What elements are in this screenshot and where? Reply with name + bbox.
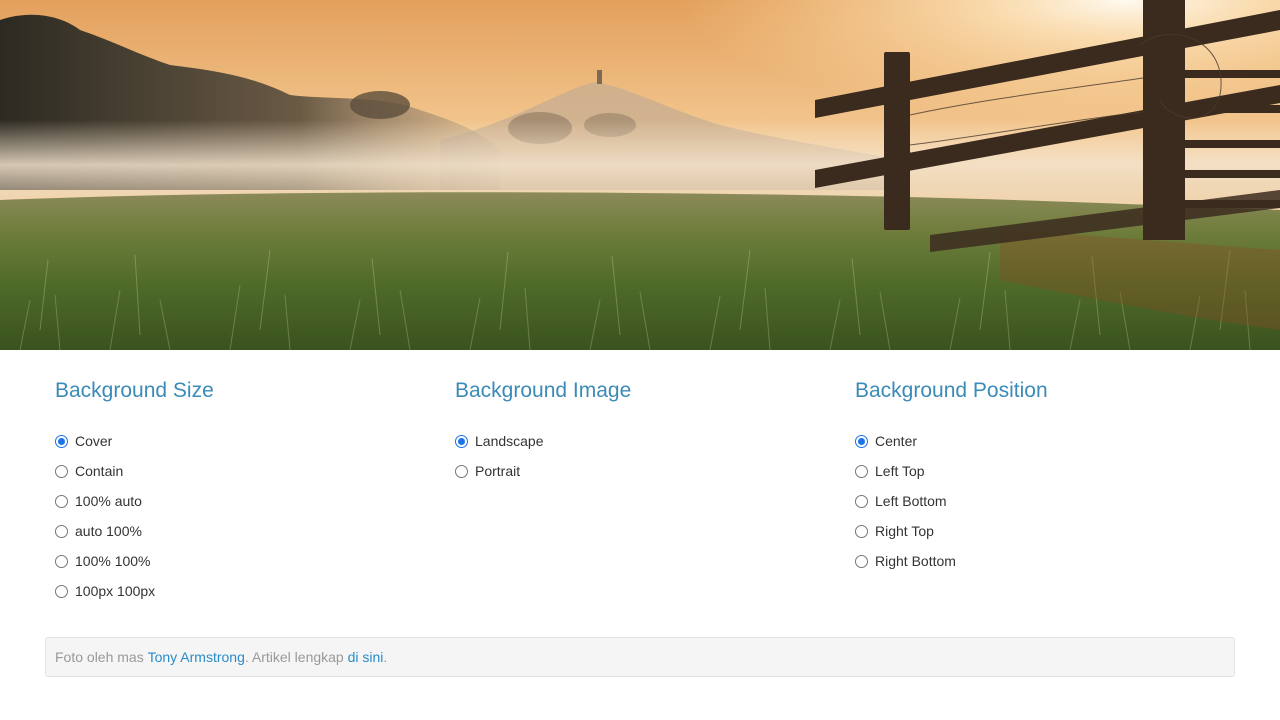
- radio-label: Right Bottom: [875, 553, 956, 569]
- radio-label: 100% 100%: [75, 553, 151, 569]
- radio-label: 100% auto: [75, 493, 142, 509]
- radio-button[interactable]: [455, 435, 468, 448]
- article-link[interactable]: di sini: [348, 649, 384, 665]
- author-link[interactable]: Tony Armstrong: [148, 649, 245, 665]
- radio-option-auto-100[interactable]: auto 100%: [55, 516, 435, 546]
- radio-button[interactable]: [855, 465, 868, 478]
- radio-label: Center: [875, 433, 918, 449]
- credit-middle: . Artikel lengkap: [244, 649, 348, 665]
- radio-option-landscape[interactable]: Landscape: [455, 426, 835, 456]
- radio-label: Right Top: [875, 523, 934, 539]
- radio-option-left-top[interactable]: Left Top: [855, 456, 1235, 486]
- section-title: Background Image: [455, 379, 632, 402]
- hero-landscape-image: [0, 0, 1280, 350]
- radio-button[interactable]: [855, 435, 868, 448]
- radio-label: Landscape: [475, 433, 544, 449]
- radio-option-cover[interactable]: Cover: [55, 426, 435, 456]
- radio-button[interactable]: [55, 465, 68, 478]
- radio-button[interactable]: [55, 525, 68, 538]
- credit-suffix: .: [383, 649, 388, 665]
- radio-button[interactable]: [855, 555, 868, 568]
- radio-option-100-100[interactable]: 100% 100%: [55, 546, 435, 576]
- section-title: Background Position: [855, 379, 1048, 402]
- radio-label: Cover: [75, 433, 113, 449]
- radio-label: Left Bottom: [875, 493, 947, 509]
- radio-option-100-auto[interactable]: 100% auto: [55, 486, 435, 516]
- radio-label: Portrait: [475, 463, 521, 479]
- radio-button[interactable]: [455, 465, 468, 478]
- radio-button[interactable]: [55, 435, 68, 448]
- radio-label: 100px 100px: [75, 583, 156, 599]
- section-background-image: Background Image Landscape Portrait: [455, 378, 835, 486]
- radio-option-center[interactable]: Center: [855, 426, 1235, 456]
- controls-panel: Background Size Cover Contain 100% auto …: [0, 350, 1280, 720]
- radio-button[interactable]: [855, 525, 868, 538]
- section-background-position: Background Position Center Left Top Left…: [855, 378, 1235, 576]
- radio-label: auto 100%: [75, 523, 142, 539]
- radio-button[interactable]: [55, 495, 68, 508]
- radio-option-right-bottom[interactable]: Right Bottom: [855, 546, 1235, 576]
- radio-button[interactable]: [55, 585, 68, 598]
- radio-label: Left Top: [875, 463, 925, 479]
- misty-meadow-illustration: [0, 0, 1280, 350]
- photo-credit-footer: Foto oleh mas Tony Armstrong. Artikel le…: [45, 637, 1235, 677]
- radio-option-left-bottom[interactable]: Left Bottom: [855, 486, 1235, 516]
- radio-option-contain[interactable]: Contain: [55, 456, 435, 486]
- section-background-size: Background Size Cover Contain 100% auto …: [55, 378, 435, 606]
- radio-label: Contain: [75, 463, 124, 479]
- radio-button[interactable]: [855, 495, 868, 508]
- credit-prefix: Foto oleh mas: [55, 649, 148, 665]
- radio-option-100px-100px[interactable]: 100px 100px: [55, 576, 435, 606]
- section-title: Background Size: [55, 379, 214, 402]
- radio-option-right-top[interactable]: Right Top: [855, 516, 1235, 546]
- radio-button[interactable]: [55, 555, 68, 568]
- radio-option-portrait[interactable]: Portrait: [455, 456, 835, 486]
